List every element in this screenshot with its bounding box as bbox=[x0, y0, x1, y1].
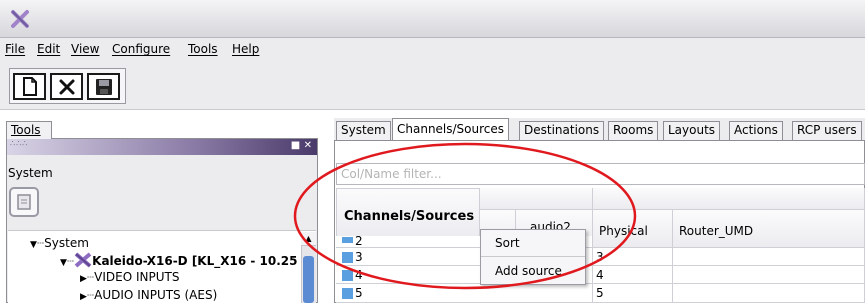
row-physical-cell[interactable]: 3 bbox=[593, 248, 673, 266]
panel-window-controls[interactable]: ■ ✕ bbox=[288, 140, 312, 154]
row-physical-cell[interactable]: 4 bbox=[593, 266, 673, 284]
scrollbar-thumb[interactable] bbox=[303, 256, 314, 303]
app-logo-icon bbox=[11, 10, 29, 28]
column-name-filter-input[interactable] bbox=[336, 163, 865, 185]
column-header-physical[interactable]: Physical bbox=[593, 210, 673, 248]
tree-item-audio-inputs[interactable]: ▶┄AUDIO INPUTS (AES) bbox=[80, 288, 217, 303]
toolbar-button-group bbox=[9, 68, 126, 104]
menu-tools[interactable]: Tools bbox=[188, 42, 218, 56]
row-router-umd-cell[interactable] bbox=[673, 248, 865, 266]
table-row[interactable] bbox=[336, 284, 593, 303]
tab-layouts[interactable]: Layouts bbox=[663, 121, 721, 140]
tree-item-video-inputs[interactable]: ▶┄VIDEO INPUTS bbox=[80, 270, 179, 284]
tree-item-device[interactable]: ▼┄ Kaleido-X16-D [KL_X16 - 10.25 bbox=[60, 252, 298, 268]
menu-help[interactable]: Help bbox=[232, 42, 259, 56]
context-menu-sort[interactable]: Sort bbox=[481, 230, 585, 257]
menu-configure[interactable]: Configure bbox=[112, 42, 170, 56]
tree-collapse-icon[interactable]: ▶ bbox=[80, 274, 87, 284]
close-button[interactable] bbox=[50, 73, 83, 100]
row-router-umd-cell[interactable] bbox=[673, 266, 865, 284]
row-router-umd-cell[interactable] bbox=[673, 284, 865, 303]
row-id: 3 bbox=[355, 250, 363, 264]
tab-rooms[interactable]: Rooms bbox=[608, 121, 659, 140]
system-button[interactable] bbox=[9, 187, 39, 217]
context-menu-divider bbox=[481, 256, 585, 257]
title-bar bbox=[0, 0, 865, 38]
tab-actions[interactable]: Actions bbox=[729, 121, 783, 140]
toolbar bbox=[0, 62, 865, 110]
save-disk-icon bbox=[95, 78, 112, 95]
menu-edit[interactable]: Edit bbox=[37, 42, 60, 56]
row-id: 2 bbox=[355, 234, 363, 246]
tab-destinations[interactable]: Destinations bbox=[519, 121, 605, 140]
row-physical-cell[interactable]: 5 bbox=[593, 284, 673, 303]
menu-bar: File Edit View Configure Tools Help bbox=[0, 38, 865, 62]
system-document-icon bbox=[17, 194, 31, 210]
row-color-chip bbox=[342, 237, 353, 243]
tab-system[interactable]: System bbox=[336, 121, 391, 140]
row-id: 5 bbox=[355, 286, 363, 300]
left-panel-header bbox=[7, 139, 317, 155]
row-color-chip bbox=[342, 288, 353, 299]
menu-file[interactable]: File bbox=[5, 42, 25, 56]
tree-collapse-icon[interactable]: ▶ bbox=[80, 292, 87, 302]
tree-expand-icon[interactable]: ▼ bbox=[60, 258, 67, 268]
context-menu-add-source[interactable]: Add source bbox=[481, 258, 585, 285]
save-button[interactable] bbox=[87, 73, 120, 100]
tab-tools[interactable]: Tools bbox=[6, 121, 52, 139]
tab-channels-sources[interactable]: Channels/Sources bbox=[392, 118, 510, 140]
section-label-system: System bbox=[8, 166, 53, 180]
menu-view[interactable]: View bbox=[71, 42, 99, 56]
kaleido-device-icon bbox=[74, 252, 92, 268]
row-id: 4 bbox=[355, 268, 363, 282]
scroll-up-arrow-icon[interactable]: ▲ bbox=[301, 232, 316, 246]
row-color-chip bbox=[342, 252, 353, 263]
context-menu: Sort Add source bbox=[480, 229, 586, 285]
row-color-chip bbox=[342, 270, 353, 281]
column-group-header bbox=[593, 188, 865, 210]
tree-item-system[interactable]: ▼┄System bbox=[30, 236, 89, 250]
drag-grip-icon[interactable]: ∴∴∴ bbox=[10, 139, 28, 148]
tab-rcp-users[interactable]: RCP users bbox=[792, 121, 862, 140]
close-x-icon bbox=[59, 79, 74, 94]
column-header-router-umd[interactable]: Router_UMD bbox=[673, 210, 865, 248]
new-document-button[interactable] bbox=[13, 73, 46, 100]
tree-expand-icon[interactable]: ▼ bbox=[30, 240, 37, 250]
new-document-icon bbox=[22, 77, 37, 96]
column-group-header bbox=[480, 188, 593, 210]
